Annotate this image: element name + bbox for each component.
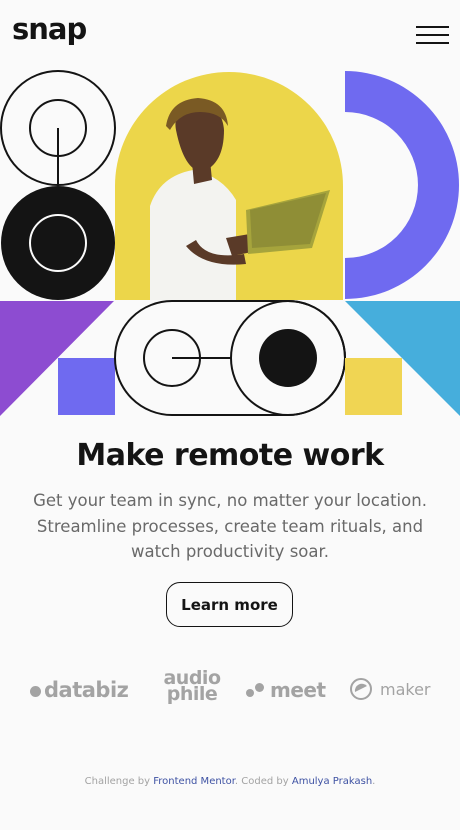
purple-half-ring-shape bbox=[345, 71, 459, 299]
purple-square-shape bbox=[58, 358, 115, 415]
meet-logo: meet bbox=[246, 678, 326, 702]
hamburger-menu-icon[interactable] bbox=[416, 24, 449, 46]
databiz-label: databiz bbox=[44, 678, 129, 702]
client-logos: databiz audio phile meet maker bbox=[0, 668, 460, 714]
hero-illustration bbox=[0, 68, 460, 418]
gold-square-shape bbox=[345, 358, 402, 415]
audiophile-line2: phile bbox=[166, 683, 218, 705]
frontend-mentor-link[interactable]: Frontend Mentor bbox=[153, 776, 235, 787]
meet-label: meet bbox=[270, 678, 326, 702]
menu-bar bbox=[416, 34, 449, 36]
page-subtext: Get your team in sync, no matter your lo… bbox=[33, 491, 427, 561]
page-headline: Make remote work bbox=[76, 438, 384, 473]
author-link[interactable]: Amulya Prakash bbox=[292, 776, 372, 787]
learn-more-button[interactable]: Learn more bbox=[166, 582, 293, 627]
maker-logo: maker bbox=[350, 678, 431, 700]
audiophile-logo: audio phile bbox=[156, 669, 228, 705]
attribution-prefix: Challenge by bbox=[84, 776, 154, 787]
attribution-suffix: . bbox=[372, 776, 376, 787]
snap-logo[interactable]: snap bbox=[12, 12, 87, 46]
site-header: snap bbox=[0, 0, 460, 68]
attribution-footer: Challenge by Frontend Mentor. Coded by A… bbox=[0, 776, 460, 787]
maker-label: maker bbox=[380, 679, 431, 699]
databiz-dot-icon bbox=[30, 686, 41, 697]
menu-bar bbox=[416, 42, 449, 44]
meet-dots-icon bbox=[246, 680, 266, 700]
black-ring-shape bbox=[1, 186, 115, 300]
menu-bar bbox=[416, 26, 449, 28]
databiz-logo: databiz bbox=[30, 678, 129, 702]
hero-graphic bbox=[0, 70, 460, 416]
attribution-middle: . Coded by bbox=[234, 776, 292, 787]
maker-circle-icon bbox=[350, 678, 372, 700]
